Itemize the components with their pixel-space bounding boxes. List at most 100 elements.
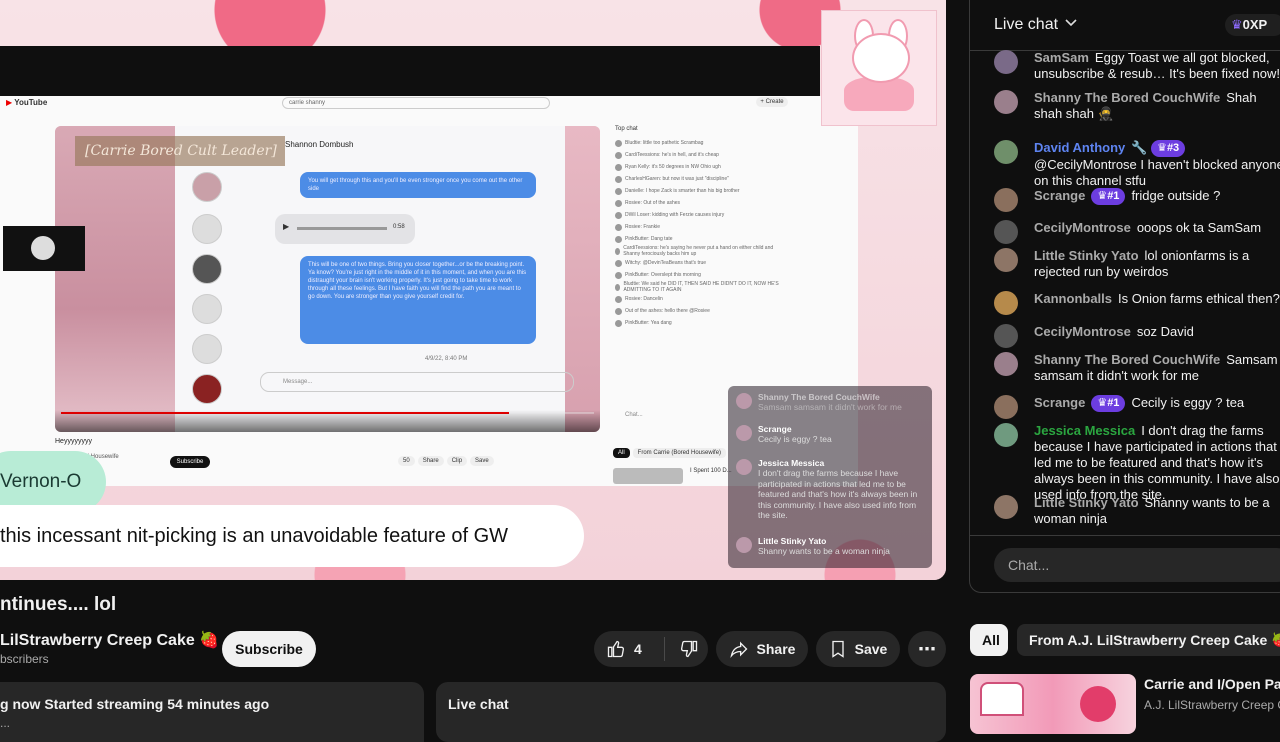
overlay-message: Little Stinky Yato Shanny wants to be a … bbox=[736, 536, 926, 557]
chat-message[interactable]: Jessica Messica I don't drag the farms be… bbox=[994, 423, 1280, 503]
avatar[interactable] bbox=[994, 248, 1018, 272]
chat-message[interactable]: Scrange ♛#1 fridge outside ? bbox=[994, 188, 1280, 212]
inner-player-controls bbox=[55, 410, 600, 432]
chat-author[interactable]: Little Stinky Yato bbox=[1034, 248, 1139, 263]
chat-message[interactable]: SamSam Eggy Toast we all got blocked, uns… bbox=[994, 50, 1280, 82]
avatar[interactable] bbox=[994, 352, 1018, 376]
crown-icon: ♛ bbox=[1097, 190, 1108, 202]
avatar bbox=[615, 295, 622, 303]
chat-message[interactable]: CecilyMontrose ooops ok ta SamSam bbox=[994, 220, 1280, 244]
chat-author[interactable]: Shanny The Bored CouchWife bbox=[1034, 352, 1220, 367]
inner-chat-row: Rosiee: Frankie bbox=[615, 222, 790, 232]
chat-message[interactable]: David Anthony 🔧 ♛#3@CecilyMontrose I have… bbox=[994, 140, 1280, 189]
avatar[interactable] bbox=[994, 90, 1018, 114]
xp-value: 0XP bbox=[1242, 17, 1268, 32]
stream-chat-overlay: Shanny The Bored CouchWife Samsam samsam… bbox=[728, 386, 932, 568]
chat-author[interactable]: CecilyMontrose bbox=[1034, 220, 1131, 235]
avatar[interactable] bbox=[994, 395, 1018, 419]
inner-message-input: Message... bbox=[260, 372, 574, 392]
avatar[interactable] bbox=[994, 188, 1018, 212]
chat-mode-dropdown[interactable]: Live chat bbox=[994, 16, 1058, 34]
inner-audio-time: 0:58 bbox=[393, 224, 405, 230]
xp-badge[interactable]: ♛0XP bbox=[1225, 14, 1280, 36]
chat-text: Is Onion farms ethical then? bbox=[1118, 291, 1280, 306]
inner-like-count: 50 bbox=[398, 456, 415, 466]
chat-author[interactable]: Scrange bbox=[1034, 395, 1085, 410]
inner-create-button: + Create bbox=[756, 97, 788, 107]
chat-input[interactable]: Chat... bbox=[994, 548, 1280, 582]
avatar bbox=[615, 163, 622, 171]
inner-share: Share bbox=[417, 456, 444, 466]
cartoon-face-icon bbox=[1080, 686, 1116, 722]
chat-author[interactable]: Jessica Messica bbox=[1034, 423, 1135, 438]
inner-action-row: 50 Share Clip Save bbox=[398, 456, 497, 466]
chat-message[interactable]: Shanny The Bored CouchWife Shah shah shah… bbox=[994, 90, 1280, 122]
avatar[interactable] bbox=[994, 423, 1018, 447]
chat-message[interactable]: Little Stinky Yato lol onionfarms is a re… bbox=[994, 248, 1280, 280]
crown-icon: ♛ bbox=[1157, 142, 1167, 154]
avatar[interactable] bbox=[994, 220, 1018, 244]
related-video-thumbnail[interactable] bbox=[970, 674, 1136, 734]
inner-chat-text: PinkButter: Dang tate bbox=[625, 236, 673, 242]
inner-tab-from: From Carrie (Bored Housewife) bbox=[632, 448, 727, 458]
avatar[interactable] bbox=[994, 140, 1018, 164]
chevron-down-icon[interactable] bbox=[1064, 15, 1078, 32]
avatar bbox=[615, 223, 622, 231]
related-video-title[interactable]: Carrie and I/Open Pan bbox=[1144, 676, 1280, 692]
chat-message[interactable]: Shanny The Bored CouchWife Samsam samsam … bbox=[994, 352, 1280, 384]
rank-value: #1 bbox=[1107, 397, 1120, 409]
inner-video-caption: Heyyyyyyyy bbox=[55, 438, 92, 445]
share-arrow-icon bbox=[729, 641, 747, 659]
chip-all[interactable]: All bbox=[970, 624, 1008, 656]
chat-author[interactable]: SamSam bbox=[1034, 50, 1089, 65]
avatar[interactable] bbox=[994, 291, 1018, 315]
wrench-icon: 🔧 bbox=[1131, 140, 1152, 155]
inner-chat-row: Bludtie: We said he DID IT, THEN SAID HE… bbox=[615, 281, 790, 293]
inner-message-date: 4/9/22, 8:40 PM bbox=[425, 356, 468, 362]
thumbs-up-icon bbox=[607, 640, 625, 658]
more-actions-button[interactable]: ⋯ bbox=[908, 631, 946, 667]
inner-chat-text: Rosiee: Out of the ashes bbox=[625, 200, 681, 206]
chat-message[interactable]: CecilyMontrose soz David bbox=[994, 324, 1280, 348]
inner-contact-name: Shannon Dombush bbox=[285, 140, 354, 149]
chat-message[interactable]: Scrange ♛#1 Cecily is eggy ? tea bbox=[994, 395, 1280, 419]
chat-author[interactable]: Little Stinky Yato bbox=[1034, 495, 1139, 510]
chip-from-channel[interactable]: From A.J. LilStrawberry Creep Cake 🍓 bbox=[1017, 624, 1280, 656]
avatar[interactable] bbox=[994, 495, 1018, 519]
avatar bbox=[615, 259, 622, 267]
description-box[interactable] bbox=[0, 682, 424, 742]
overlay-author: Little Stinky Yato bbox=[758, 536, 827, 546]
chat-text: ooops ok ta SamSam bbox=[1136, 220, 1262, 235]
subscribe-button[interactable]: Subscribe bbox=[222, 631, 316, 667]
rank-badge: ♛#3 bbox=[1151, 140, 1186, 157]
inner-chat-row: CardiTeessions: he's saying he never put… bbox=[615, 245, 790, 257]
chat-message[interactable]: Kannonballs Is Onion farms ethical then? bbox=[994, 291, 1280, 315]
chat-author[interactable]: David Anthony bbox=[1034, 140, 1125, 155]
avatar[interactable] bbox=[994, 324, 1018, 348]
chat-author[interactable]: Scrange bbox=[1034, 188, 1085, 203]
chat-author[interactable]: Kannonballs bbox=[1034, 291, 1112, 306]
video-player[interactable]: ▶ YouTube carrie shanny + Create Shannon… bbox=[0, 0, 946, 580]
dislike-button[interactable] bbox=[665, 639, 699, 659]
chat-author[interactable]: Shanny The Bored CouchWife bbox=[1034, 90, 1220, 105]
avatar bbox=[615, 211, 622, 219]
save-button[interactable]: Save bbox=[816, 631, 900, 667]
avatar[interactable] bbox=[994, 50, 1018, 74]
inner-chat-title: Top chat bbox=[615, 126, 638, 132]
like-button[interactable]: 4 bbox=[594, 637, 665, 661]
avatar bbox=[615, 271, 622, 279]
share-button[interactable]: Share bbox=[716, 631, 808, 667]
chat-header: Live chat ♛0XP bbox=[970, 0, 1280, 51]
save-label: Save bbox=[854, 641, 888, 657]
inner-message-bubble: You will get through this and you'll be … bbox=[300, 172, 536, 198]
channel-name[interactable]: LilStrawberry Creep Cake 🍓 bbox=[0, 630, 219, 650]
live-chat-replay-box[interactable]: Live chat bbox=[436, 682, 946, 742]
inner-subscribe-button: Subscribe bbox=[170, 456, 210, 468]
inner-chat-row: Ryan Kelly: it's 50 degrees in NW Ohio u… bbox=[615, 162, 790, 172]
chat-message[interactable]: Little Stinky Yato Shanny wants to be a w… bbox=[994, 495, 1280, 527]
chat-author[interactable]: CecilyMontrose bbox=[1034, 324, 1131, 339]
inner-chat-list: Bludtie: little too pathetic Scrambag Car… bbox=[615, 138, 790, 328]
avatar bbox=[615, 151, 622, 159]
inner-youtube-logo: ▶ YouTube bbox=[6, 98, 48, 107]
overlay-message: Jessica Messica I don't drag the farms b… bbox=[736, 458, 926, 521]
